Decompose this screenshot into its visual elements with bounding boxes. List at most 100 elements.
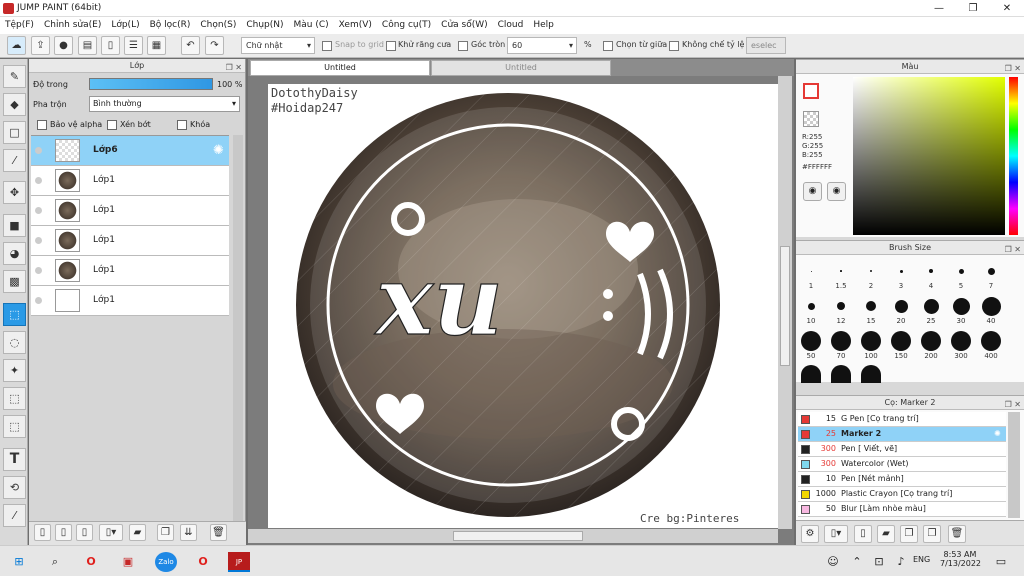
brush-tool-icon[interactable]: ✎ [3,65,26,88]
panel-window-icons[interactable]: ❐ ✕ [1005,398,1021,411]
add-layer-menu-icon[interactable]: ▯▾ [99,524,123,541]
menu-capture[interactable]: Chụp(N) [241,17,288,34]
magic-wand-icon[interactable]: ✦ [3,359,26,382]
brush-size-dot[interactable] [801,365,821,383]
brush-item[interactable]: 25 Marker 2 ✺ [798,427,1006,442]
brush-size-dot[interactable] [981,296,1001,316]
visibility-icon[interactable] [35,297,42,304]
panel-window-icons[interactable]: ❐ ✕ [1005,62,1021,75]
transparent-swatch[interactable] [803,111,819,127]
brush-size-dot[interactable] [840,270,842,272]
brush-list-scrollbar[interactable] [1008,412,1020,518]
zalo-icon[interactable]: Zalo [155,552,177,572]
export-icon[interactable]: ⇪ [31,36,50,55]
minimize-button[interactable]: — [922,0,956,17]
layer-row[interactable]: Lớp1 [31,166,229,196]
text-tool-icon[interactable]: T [3,448,26,471]
protect-alpha-checkbox[interactable] [37,120,47,130]
line-tool-icon[interactable]: ⁄ [3,149,26,172]
brush-item[interactable]: 50 Blur [Làm nhòe màu] [798,502,1006,517]
gear-icon[interactable]: ✺ [994,427,1001,441]
brush-size-dot[interactable] [891,331,911,351]
network-icon[interactable]: ⊡ [868,552,890,572]
redo-icon[interactable]: ↷ [205,36,224,55]
brush-size-dot[interactable] [870,270,872,272]
hue-slider[interactable] [1009,77,1018,235]
panel-window-icons[interactable]: ❐ ✕ [226,61,242,74]
brush-size-dot[interactable] [987,267,995,275]
canvas-hscroll[interactable] [248,529,778,543]
opacity-slider[interactable] [89,78,213,90]
tray-up-icon[interactable]: ⌃ [846,552,868,572]
speech-bubble-icon[interactable]: ● [54,36,73,55]
snap-checkbox[interactable] [322,41,332,51]
visibility-icon[interactable] [35,147,42,154]
jumppaint-taskbar-icon[interactable]: JP [228,552,250,572]
trash-icon[interactable]: 🗑 [210,524,227,541]
volume-icon[interactable]: ♪ [890,552,912,572]
tab-untitled-active[interactable]: Untitled [250,60,430,76]
brush-size-dot[interactable] [894,299,908,313]
clip-checkbox[interactable] [107,120,117,130]
brush-size-dot[interactable] [899,269,903,273]
primary-color-swatch[interactable] [803,83,819,99]
layer-row[interactable]: Lớp6 ✺ [31,136,229,166]
shape-select[interactable]: Chữ nhật ▾ [241,37,315,54]
brush-size-dot[interactable] [831,331,851,351]
canvas-paper[interactable]: xu DotothyDaisy #Hoidap247 Cre bg:Pinter… [268,84,778,528]
brush-item[interactable]: 1000 Plastic Crayon [Cọ trang trí] [798,487,1006,502]
menu-color[interactable]: Màu (C) [289,17,334,34]
brush-size-dot[interactable] [861,331,881,351]
layer-row[interactable]: Lớp1 [31,286,229,316]
brush-item[interactable]: 10 Pen [Nét mảnh] [798,472,1006,487]
visibility-icon[interactable] [35,177,42,184]
layer-row[interactable]: Lớp1 [31,226,229,256]
new-layer-1bit-icon[interactable]: ▯ [76,524,93,541]
duplicate-icon[interactable]: ❐ [157,524,174,541]
brush-size-dot[interactable] [952,297,970,315]
lasso-tool-icon[interactable]: ◌ [3,331,26,354]
brush-size-dot[interactable] [951,331,971,351]
gear-icon[interactable]: ✺ [213,143,224,158]
brush-item[interactable]: 300 Watercolor (Wet) [798,457,1006,472]
menu-edit[interactable]: Chỉnh sửa(E) [39,17,106,34]
panel-window-icons[interactable]: ❐ ✕ [1005,243,1021,256]
bucket-tool-icon[interactable]: ◕ [3,242,26,265]
people-icon[interactable]: ☺ [822,552,844,572]
brush-size-dot[interactable] [866,301,876,311]
clock[interactable]: 8:53 AM 7/13/2022 [940,550,981,568]
brush-size-dot[interactable] [981,331,1001,351]
brush-item[interactable]: 15 G Pen [Cọ trang trí] [798,412,1006,427]
brush-page-icon[interactable]: ▯ [854,525,872,543]
fill-tool-icon[interactable]: ⟲ [3,476,26,499]
layer-row[interactable]: Lớp1 [31,256,229,286]
noscale-checkbox[interactable] [669,41,679,51]
move-tool-icon[interactable]: ✥ [3,181,26,204]
color-field[interactable] [853,77,1005,235]
app-icon-red[interactable]: ▣ [117,552,139,572]
search-icon[interactable]: ⌕ [44,552,66,572]
layer-scrollbar[interactable] [233,135,243,523]
brush-duplicate-icon[interactable]: ❐ [900,525,918,543]
brush-size-dot[interactable] [861,365,881,383]
select-eraser-icon[interactable]: ⬚ [3,415,26,438]
cloud-icon[interactable]: ☁ [7,36,26,55]
opera-icon[interactable]: O [192,552,214,572]
brush-folder-icon[interactable]: ▰ [877,525,895,543]
antialias-checkbox[interactable] [386,41,396,51]
brush-size-dot[interactable] [958,268,964,274]
new-layer-icon[interactable]: ▯ [34,524,51,541]
blend-select[interactable]: Bình thường ▾ [89,96,240,112]
windows-start-icon[interactable]: ⊞ [8,552,30,572]
brush-copy-icon[interactable]: ❐ [923,525,941,543]
menu-window[interactable]: Cửa sổ(W) [436,17,492,34]
visibility-icon[interactable] [35,207,42,214]
brush-size-dot[interactable] [801,331,821,351]
page-icon[interactable]: ▯ [101,36,120,55]
brush-size-dot[interactable] [921,331,941,351]
deselect-button[interactable]: eselec [746,37,786,54]
rectangle-tool-icon[interactable]: □ [3,121,26,144]
layers-icon[interactable]: ☰ [124,36,143,55]
brush-size-dot[interactable] [923,298,939,314]
brush-size-dot[interactable] [929,269,933,273]
